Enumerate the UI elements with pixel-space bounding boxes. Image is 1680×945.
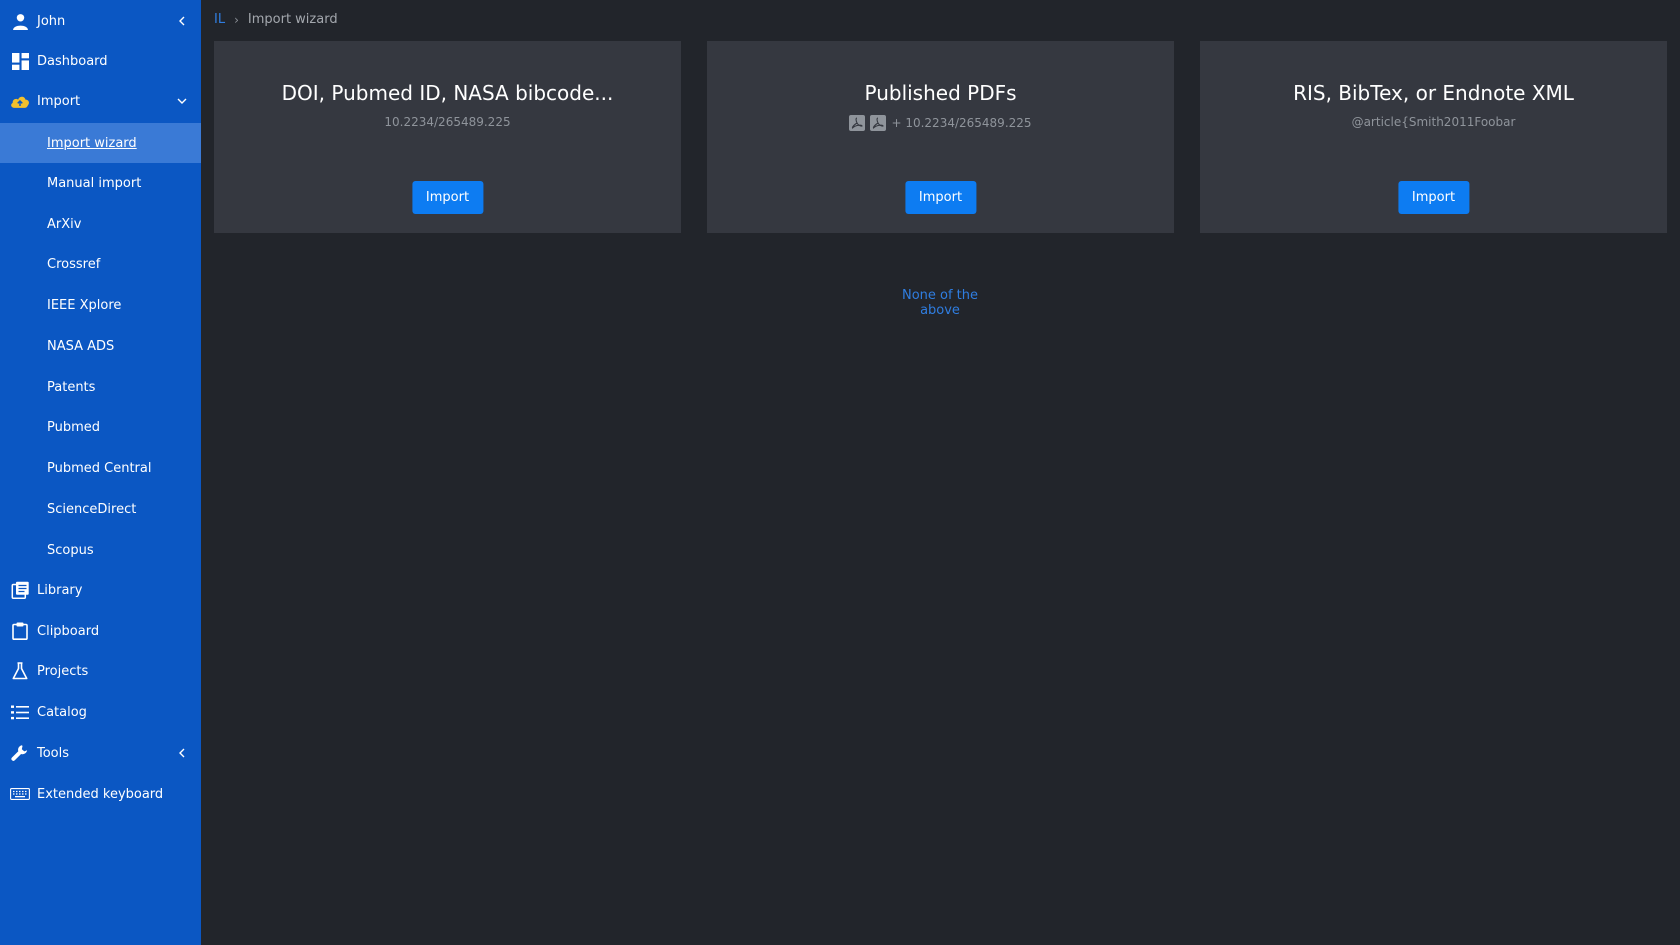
pdf-file-icon: [870, 115, 887, 131]
card-subtitle: + 10.2234/265489.225: [707, 115, 1174, 131]
card-subtitle-text: @article{Smith2011Foobar: [1351, 115, 1516, 129]
keyboard-icon: [10, 784, 30, 804]
sidebar-item-label: Tools: [37, 745, 70, 761]
sidebar-item-library[interactable]: Library: [0, 571, 201, 609]
sidebar-item-pubmed[interactable]: Pubmed: [0, 408, 201, 446]
card-title: Published PDFs: [864, 81, 1017, 105]
wrench-icon: [10, 743, 30, 763]
import-pdfs-button[interactable]: Import: [904, 181, 977, 214]
sidebar-user-label: John: [37, 13, 66, 29]
sidebar-item-clipboard[interactable]: Clipboard: [0, 612, 201, 650]
library-icon: [10, 580, 30, 600]
sidebar-item-scopus[interactable]: Scopus: [0, 531, 201, 569]
sidebar-item-sciencedirect[interactable]: ScienceDirect: [0, 490, 201, 528]
flask-icon: [10, 661, 30, 681]
sidebar-item-label: ArXiv: [47, 216, 82, 232]
sidebar-item-label: Manual import: [47, 175, 142, 191]
import-identifiers-button[interactable]: Import: [411, 181, 484, 214]
card-subtitle-text: 10.2234/265489.225: [384, 115, 511, 129]
list-icon: [10, 702, 30, 722]
sidebar-item-label: Pubmed: [47, 419, 101, 435]
cloud-upload-icon: [10, 91, 30, 111]
none-of-the-above-link[interactable]: None of the above: [880, 288, 1000, 318]
card-subtitle: @article{Smith2011Foobar: [1200, 115, 1667, 129]
sidebar-item-label: Extended keyboard: [37, 786, 164, 802]
card-title: DOI, Pubmed ID, NASA bibcode...: [281, 81, 614, 105]
chevron-left-icon[interactable]: [175, 14, 189, 28]
sidebar-item-label: Crossref: [47, 256, 101, 272]
sidebar-item-manual-import[interactable]: Manual import: [0, 164, 201, 202]
sidebar-item-projects[interactable]: Projects: [0, 652, 201, 690]
chevron-down-icon[interactable]: [175, 94, 189, 108]
sidebar-item-patents[interactable]: Patents: [0, 368, 201, 406]
sidebar-item-label: Patents: [47, 379, 96, 395]
sidebar-item-dashboard[interactable]: Dashboard: [0, 42, 201, 80]
sidebar-item-arxiv[interactable]: ArXiv: [0, 205, 201, 243]
sidebar-item-import-wizard[interactable]: Import wizard: [0, 123, 201, 163]
sidebar-item-tools[interactable]: Tools: [0, 734, 201, 772]
chevron-left-icon[interactable]: [175, 746, 189, 760]
card-subtitle: 10.2234/265489.225: [214, 115, 681, 129]
breadcrumb-separator: ›: [234, 12, 239, 27]
sidebar: John Dashboard Import Import wizard Manu…: [0, 0, 201, 945]
sidebar-item-extended-keyboard[interactable]: Extended keyboard: [0, 775, 201, 813]
sidebar-item-pubmed-central[interactable]: Pubmed Central: [0, 449, 201, 487]
sidebar-item-catalog[interactable]: Catalog: [0, 693, 201, 731]
sidebar-item-label: Projects: [37, 663, 89, 679]
sidebar-item-label: Clipboard: [37, 623, 100, 639]
breadcrumb-current: Import wizard: [247, 12, 338, 27]
sidebar-item-label: Import wizard: [47, 135, 137, 151]
clipboard-icon: [10, 621, 30, 641]
sidebar-user[interactable]: John: [0, 2, 201, 40]
sidebar-item-label: ScienceDirect: [47, 501, 137, 517]
sidebar-item-nasa-ads[interactable]: NASA ADS: [0, 327, 201, 365]
card-title: RIS, BibTex, or Endnote XML: [1293, 81, 1574, 105]
sidebar-item-label: NASA ADS: [47, 338, 115, 354]
breadcrumb: IL › Import wizard: [214, 12, 338, 27]
import-card-citation-files: RIS, BibTex, or Endnote XML @article{Smi…: [1200, 41, 1667, 233]
sidebar-item-label: Library: [37, 582, 83, 598]
sidebar-item-crossref[interactable]: Crossref: [0, 245, 201, 283]
sidebar-item-label: Scopus: [47, 542, 94, 558]
card-subtitle-text: + 10.2234/265489.225: [891, 116, 1032, 130]
import-card-pdfs: Published PDFs + 10.2234/265489.225 Impo…: [707, 41, 1174, 233]
pdf-file-icon: [849, 115, 866, 131]
import-citation-files-button[interactable]: Import: [1397, 181, 1470, 214]
sidebar-item-ieee-xplore[interactable]: IEEE Xplore: [0, 286, 201, 324]
sidebar-item-label: IEEE Xplore: [47, 297, 122, 313]
sidebar-item-label: Catalog: [37, 704, 87, 720]
dashboard-icon: [10, 51, 30, 71]
sidebar-item-label: Import: [37, 93, 81, 109]
sidebar-item-label: Pubmed Central: [47, 460, 152, 476]
sidebar-item-import[interactable]: Import: [0, 82, 201, 120]
breadcrumb-root-link[interactable]: IL: [214, 12, 225, 27]
sidebar-item-label: Dashboard: [37, 53, 108, 69]
import-card-identifiers: DOI, Pubmed ID, NASA bibcode... 10.2234/…: [214, 41, 681, 233]
user-icon: [10, 11, 30, 31]
